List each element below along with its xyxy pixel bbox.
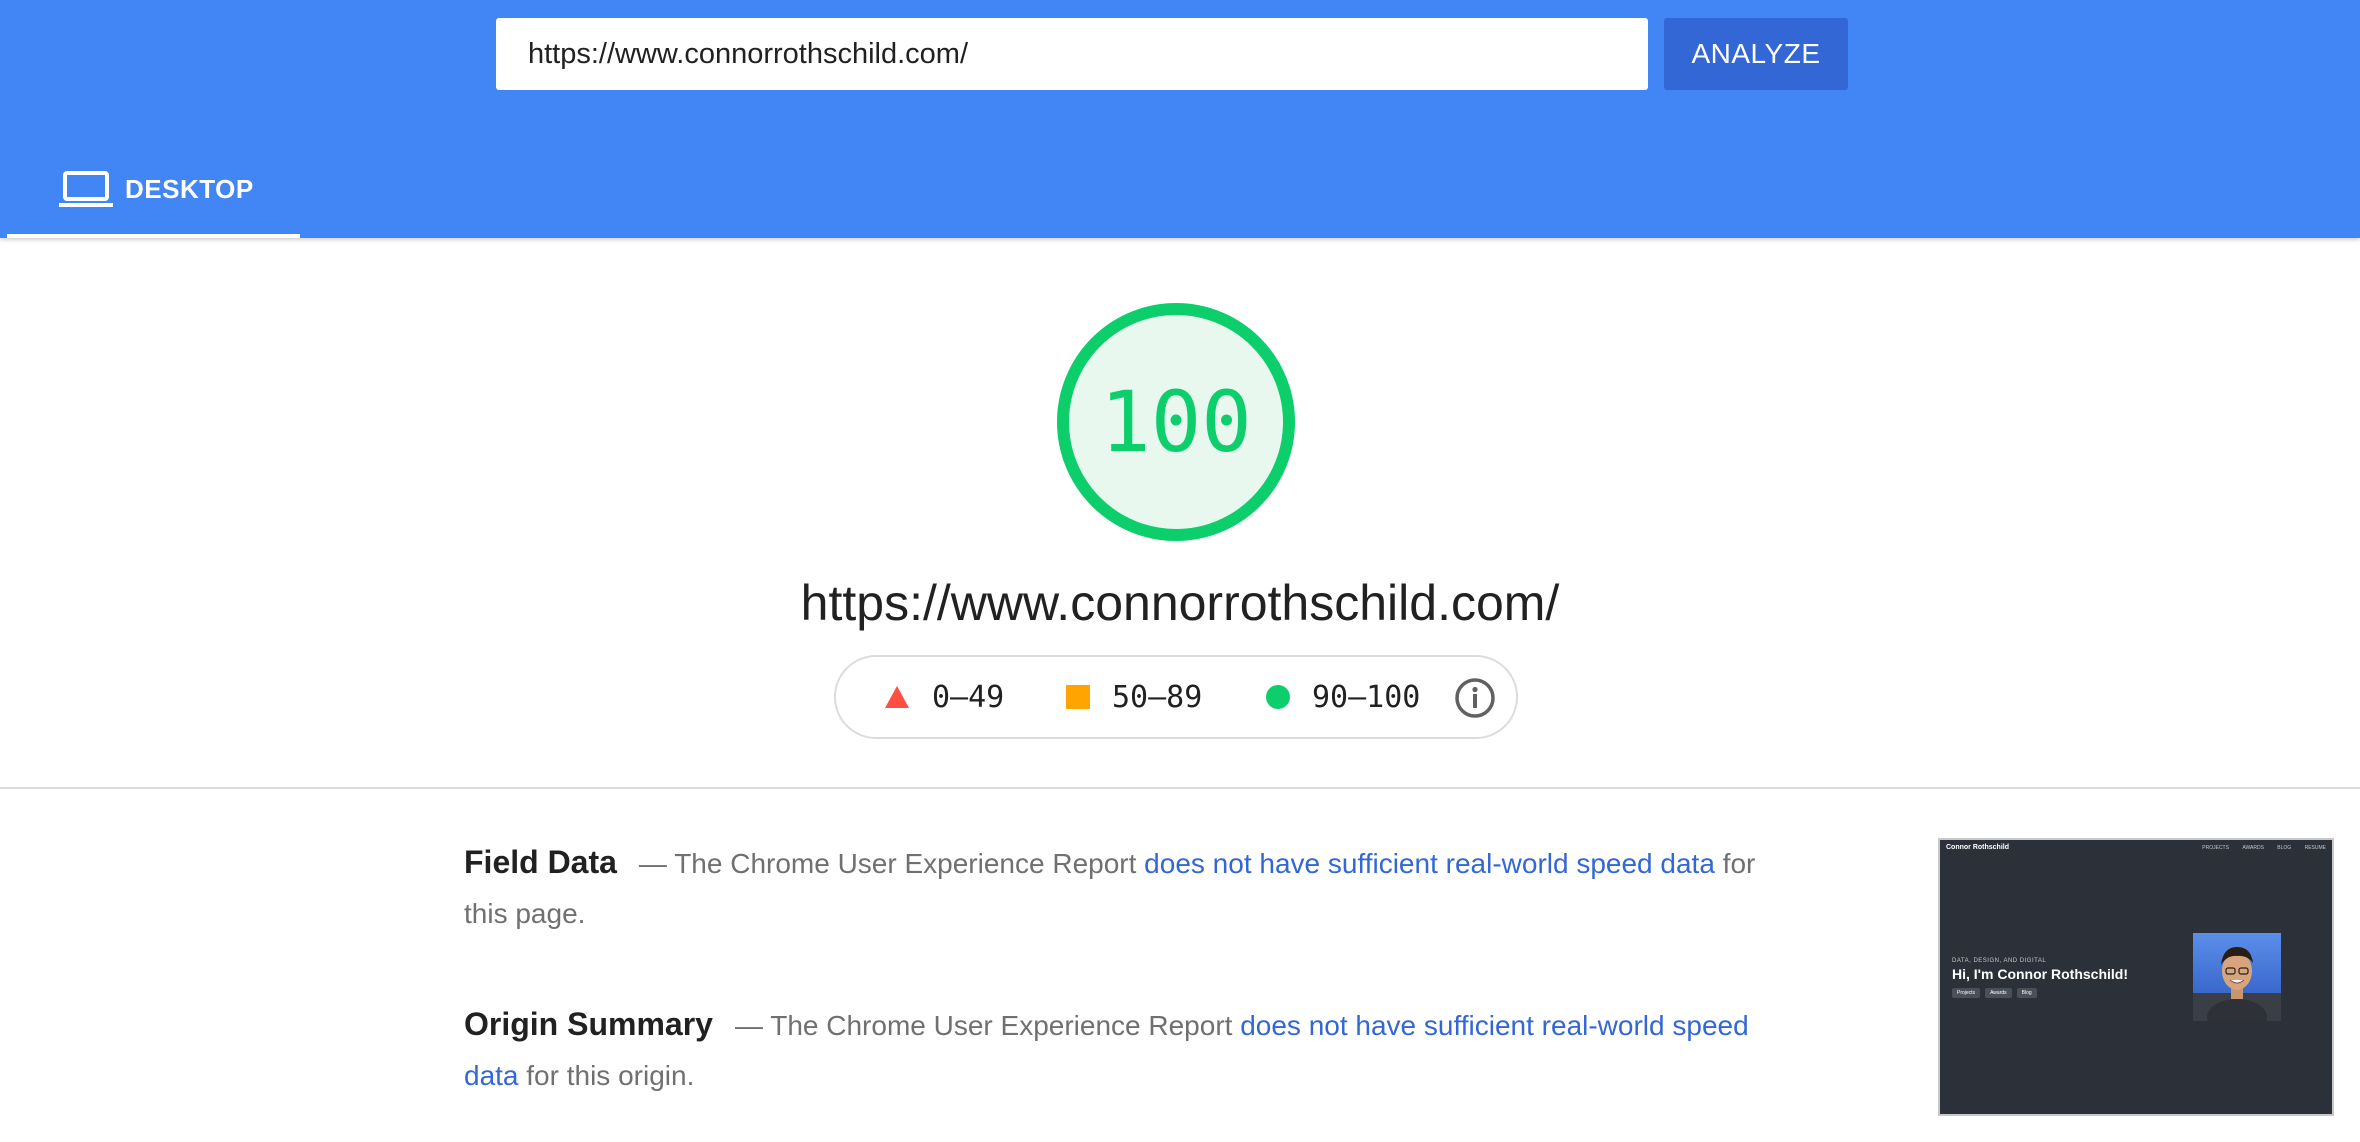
info-icon[interactable] xyxy=(1454,677,1496,719)
thumb-nav-item: RESUME xyxy=(2304,845,2326,851)
tab-desktop[interactable]: DESKTOP xyxy=(7,150,300,238)
orange-square-icon xyxy=(1066,685,1090,709)
origin-summary-prefix: — The Chrome User Experience Report xyxy=(734,1010,1241,1041)
legend-label: 90–100 xyxy=(1312,679,1421,715)
field-data-prefix: — The Chrome User Experience Report xyxy=(638,848,1145,879)
thumb-brand: Connor Rothschild xyxy=(1946,844,2009,851)
green-circle-icon xyxy=(1266,685,1290,709)
thumb-kicker: DATA, DESIGN, AND DIGITAL xyxy=(1952,958,2047,964)
origin-summary-section: Origin Summary — The Chrome User Experien… xyxy=(464,999,1764,1101)
thumb-buttons: Projects Awards Blog xyxy=(1952,988,2037,998)
performance-score: 100 xyxy=(1100,373,1252,471)
thumb-nav-item: AWARDS xyxy=(2242,845,2264,851)
legend-item-average: 50–89 xyxy=(1066,657,1202,737)
origin-summary-heading: Origin Summary xyxy=(464,1006,713,1042)
tab-label: DESKTOP xyxy=(125,174,254,204)
thumb-button: Awards xyxy=(1985,988,2012,998)
analyze-button[interactable]: ANALYZE xyxy=(1664,18,1848,90)
legend-item-pass: 90–100 xyxy=(1266,657,1420,737)
red-triangle-icon xyxy=(885,686,909,708)
thumb-button: Blog xyxy=(2016,988,2037,998)
thumb-nav: PROJECTS AWARDS BLOG RESUME xyxy=(2190,845,2326,851)
legend-item-fail: 0–49 xyxy=(884,657,1004,737)
section-divider xyxy=(0,787,2360,789)
profile-photo xyxy=(2193,933,2281,1021)
score-legend: 0–49 50–89 90–100 xyxy=(834,655,1518,739)
laptop-icon xyxy=(59,171,113,207)
field-data-section: Field Data — The Chrome User Experience R… xyxy=(464,837,1764,939)
thumb-title: Hi, I'm Connor Rothschild! xyxy=(1952,966,2128,982)
thumb-button: Projects xyxy=(1952,988,1981,998)
origin-summary-suffix: for this origin. xyxy=(518,1060,695,1091)
url-input[interactable] xyxy=(496,18,1648,90)
field-data-link[interactable]: does not have sufficient real-world spee… xyxy=(1144,848,1715,879)
top-header: ANALYZE DESKTOP xyxy=(0,0,2360,238)
legend-label: 50–89 xyxy=(1112,679,1203,715)
field-data-heading: Field Data xyxy=(464,844,617,880)
tested-url: https://www.connorrothschild.com/ xyxy=(800,575,1560,631)
tab-underline xyxy=(7,234,300,238)
thumb-nav-item: BLOG xyxy=(2277,845,2292,851)
legend-label: 0–49 xyxy=(932,679,1005,715)
thumb-nav-item: PROJECTS xyxy=(2202,845,2229,851)
page-screenshot-thumbnail: Connor Rothschild PROJECTS AWARDS BLOG R… xyxy=(1938,838,2334,1116)
